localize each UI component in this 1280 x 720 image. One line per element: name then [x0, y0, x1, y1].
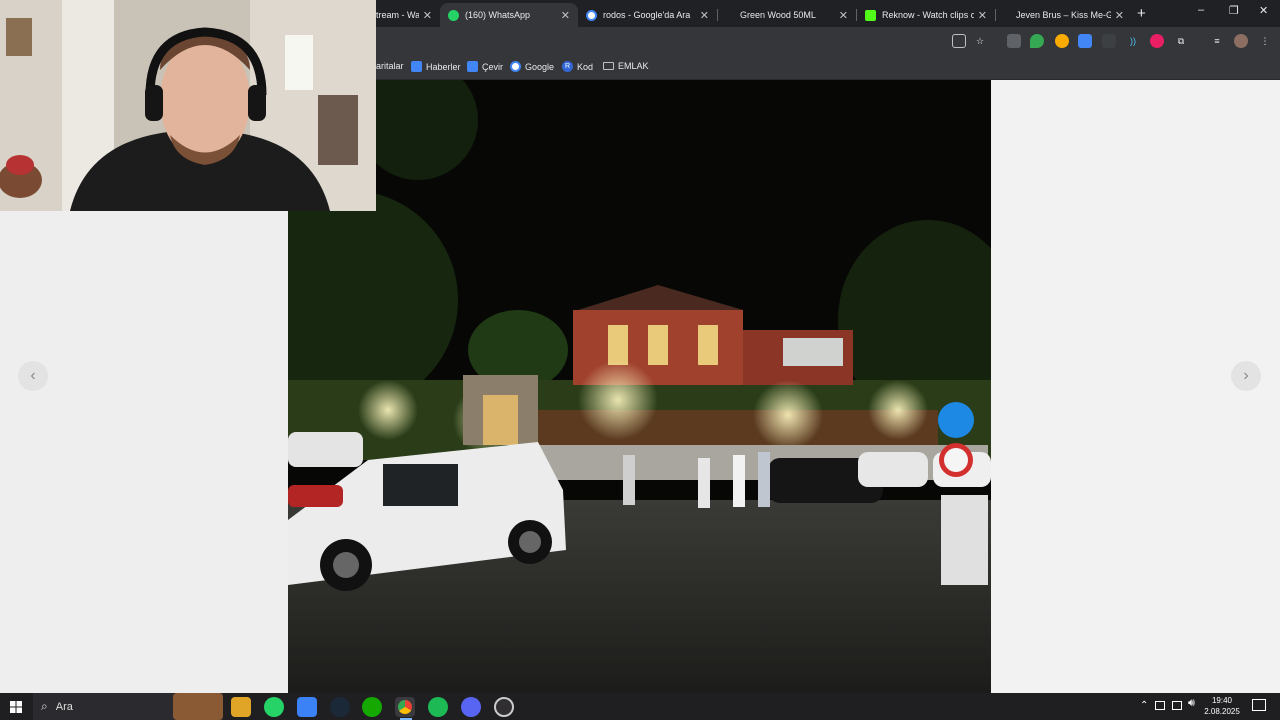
coin-extension-icon[interactable]: [1055, 34, 1069, 48]
clock-time: 19:40: [1211, 696, 1233, 705]
close-tab-icon[interactable]: ✕: [839, 9, 848, 22]
tab-music[interactable]: Jeven Brus – Kiss Me-Girl ✕: [996, 3, 1132, 27]
close-tab-icon[interactable]: ✕: [423, 9, 432, 22]
tab-title: Green Wood 50ML: [740, 10, 816, 20]
google-icon: [510, 61, 521, 72]
night-street-photo: [288, 80, 991, 693]
tab-title: rodos - Google'da Ara: [603, 10, 691, 20]
tab-title: (160) WhatsApp: [465, 10, 531, 20]
close-window-button[interactable]: ✕: [1259, 4, 1268, 17]
google-icon: [586, 9, 597, 21]
clock-date: 2.08.2025: [1204, 707, 1240, 716]
webcam-video-illustration: [0, 0, 376, 211]
spotify-icon[interactable]: [428, 697, 448, 717]
close-tab-icon[interactable]: ✕: [1115, 9, 1124, 22]
folder-icon: [603, 62, 614, 70]
previous-image-button[interactable]: ‹: [18, 361, 48, 391]
chrome-logo: [398, 700, 412, 714]
bookmark-translate[interactable]: Çevir: [467, 61, 503, 72]
tab-whatsapp[interactable]: (160) WhatsApp ✕: [440, 3, 578, 27]
tab-green-wood[interactable]: Green Wood 50ML ✕: [718, 3, 856, 27]
next-image-button[interactable]: ›: [1231, 361, 1261, 391]
taskbar-search[interactable]: ⌕ Ara: [33, 693, 223, 720]
translate-extension-icon[interactable]: [1078, 34, 1092, 48]
translate-icon: [467, 61, 478, 72]
bookmark-news[interactable]: Haberler: [411, 61, 461, 72]
news-icon: [411, 61, 422, 72]
tab-title: Reknow - Watch clips on: [882, 10, 974, 20]
bookmark-google[interactable]: Google: [510, 61, 554, 72]
search-placeholder: Ara: [55, 700, 73, 713]
bookmark-maps[interactable]: aritalar: [376, 61, 404, 71]
network-icon[interactable]: [1155, 701, 1165, 710]
menu-kebab-icon[interactable]: ⋮: [1258, 34, 1272, 48]
bookmark-label: aritalar: [376, 61, 404, 71]
r-icon: R: [562, 61, 573, 72]
extension-icon[interactable]: [1007, 34, 1021, 48]
bookmark-star-icon[interactable]: ☆: [973, 34, 987, 48]
sound-extension-icon[interactable]: )): [1126, 34, 1140, 48]
tab-stream[interactable]: tream - Wa ✕: [368, 3, 440, 27]
bookmark-label: Çevir: [482, 61, 504, 72]
profile-avatar-icon[interactable]: [1234, 34, 1248, 48]
webcam-overlay: [0, 0, 376, 211]
search-icon: ⌕: [41, 699, 48, 713]
steam-icon[interactable]: [330, 697, 350, 717]
windows-start-icon[interactable]: [6, 697, 26, 717]
close-tab-icon[interactable]: ✕: [561, 9, 570, 22]
notification-center-icon[interactable]: [1252, 699, 1266, 711]
store-icon[interactable]: [297, 697, 317, 717]
restore-button[interactable]: ❐: [1229, 4, 1239, 17]
new-tab-button[interactable]: +: [1137, 5, 1146, 22]
kick-icon: [865, 9, 876, 21]
show-hidden-icons-chevron-icon[interactable]: ⌃: [1140, 700, 1148, 711]
close-tab-icon[interactable]: ✕: [978, 9, 987, 22]
search-highlight-image: [173, 693, 223, 720]
tab-kick[interactable]: Reknow - Watch clips on ✕: [857, 3, 995, 27]
privacy-extension-icon[interactable]: [1150, 34, 1164, 48]
photo-illustration: [288, 80, 991, 693]
whatsapp-icon[interactable]: [264, 697, 284, 717]
tab-google-search[interactable]: rodos - Google'da Ara ✕: [578, 3, 717, 27]
discord-icon[interactable]: [461, 697, 481, 717]
bookmark-label: Google: [525, 61, 555, 72]
windows-logo: [10, 701, 22, 713]
volume-icon[interactable]: 🔊︎: [1188, 698, 1195, 709]
tab-title: tream - Wa: [376, 10, 419, 20]
tab-title: Jeven Brus – Kiss Me-Girl: [1016, 10, 1111, 20]
bookmark-label: Kod: [577, 61, 594, 72]
clock[interactable]: 19:40 2.08.2025: [1204, 695, 1240, 717]
whatsapp-icon: [448, 9, 459, 21]
shield-extension-icon[interactable]: [1030, 34, 1044, 48]
bookmark-kod[interactable]: R Kod: [562, 61, 593, 72]
windows-taskbar: ⌕ Ara ⌃ 🔊︎ 19:40 2.08.2025: [0, 693, 1280, 720]
bookmark-folder-emlak[interactable]: EMLAK: [603, 61, 649, 71]
file-explorer-icon[interactable]: [231, 697, 251, 717]
bookmark-label: Haberler: [426, 61, 461, 72]
minimize-button[interactable]: –: [1198, 4, 1204, 16]
chrome-icon[interactable]: [395, 697, 415, 717]
bookmark-label: EMLAK: [618, 61, 649, 71]
robot-extension-icon[interactable]: [1102, 34, 1116, 48]
install-app-icon[interactable]: [952, 34, 966, 48]
close-tab-icon[interactable]: ✕: [700, 9, 709, 22]
reading-list-icon[interactable]: ≡: [1210, 34, 1224, 48]
obs-icon[interactable]: [494, 697, 514, 717]
extensions-puzzle-icon[interactable]: ⧉: [1174, 34, 1188, 48]
upwork-icon[interactable]: [362, 697, 382, 717]
display-icon[interactable]: [1172, 701, 1182, 710]
